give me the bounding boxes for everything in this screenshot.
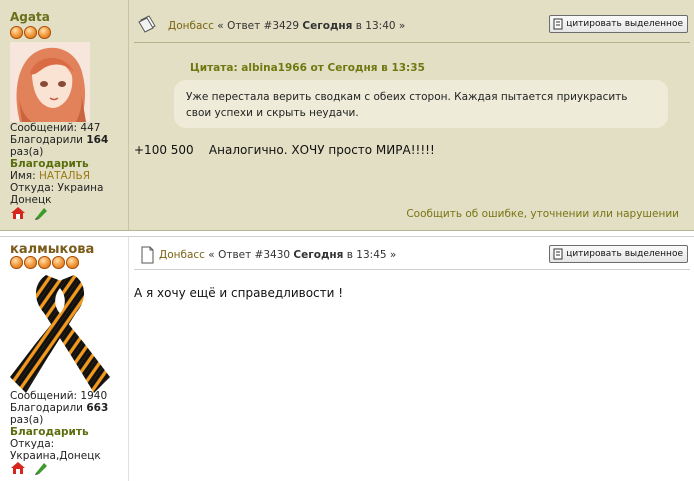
- meta-sep: «: [213, 20, 228, 32]
- thanked-label: Благодарили: [10, 402, 84, 414]
- home-icon[interactable]: [10, 461, 26, 475]
- answer-number: Ответ #3429: [227, 20, 300, 32]
- quote-text: Уже перестала верить сводкам с обеих сто…: [186, 91, 628, 119]
- post-time: в 13:40 »: [352, 20, 406, 32]
- thanked-count: 164: [86, 134, 109, 146]
- thanked-count: 663: [86, 402, 109, 414]
- star-icon: [24, 256, 37, 269]
- star-icon: [52, 256, 65, 269]
- quote-selected-button[interactable]: цитировать выделенное: [549, 245, 688, 263]
- thanked-suffix: раз(а): [10, 146, 44, 158]
- forum-link[interactable]: Донбасс: [168, 20, 214, 32]
- post-time: в 13:45 »: [343, 249, 397, 261]
- author-name[interactable]: Agata: [10, 10, 50, 24]
- anime-girl-avatar-icon: [10, 42, 90, 122]
- answer-number: Ответ #3430: [218, 249, 291, 261]
- quote-icon: [553, 248, 563, 260]
- star-icon: [24, 26, 37, 39]
- quote-block: Уже перестала верить сводкам с обеих сто…: [174, 80, 668, 128]
- star-icon: [66, 256, 79, 269]
- messages-count: 1940: [80, 390, 108, 402]
- meta-sep: «: [204, 249, 219, 261]
- post-document-icon: [138, 15, 156, 33]
- thank-link[interactable]: Благодарить: [10, 158, 128, 170]
- online-status-icon[interactable]: [33, 461, 49, 475]
- author-sidebar: калмыкова Сообщений: 1940 Благодарили 66…: [0, 237, 129, 481]
- star-icon: [10, 26, 23, 39]
- date-today: Сегодня: [293, 249, 344, 261]
- post-message: +100 500 Аналогично. ХОЧУ просто МИРА!!!…: [134, 143, 435, 157]
- author-icons: [10, 461, 52, 475]
- home-icon[interactable]: [10, 206, 26, 220]
- from-label: Откуда:: [10, 182, 55, 194]
- from-label: Откуда:: [10, 438, 55, 450]
- post-meta: Донбасс « Ответ #3430 Сегодня в 13:45 »: [159, 249, 396, 261]
- messages-label: Сообщений:: [10, 122, 78, 134]
- quote-icon: [553, 18, 563, 30]
- post-3429: Agata Сообщений: 447 Благодарили 164 раз…: [0, 0, 694, 231]
- post-header: Донбасс « Ответ #3429 Сегодня в 13:40 » …: [134, 12, 690, 43]
- date-today: Сегодня: [302, 20, 353, 32]
- thanked-suffix: раз(а): [10, 414, 44, 426]
- post-message: А я хочу ещё и справедливости !: [134, 286, 344, 300]
- name-label: Имя:: [10, 170, 36, 182]
- author-stats: Сообщений: 1940 Благодарили 663 раз(а) Б…: [10, 390, 108, 462]
- quote-button-label: цитировать выделенное: [566, 249, 683, 259]
- rank-stars: [10, 256, 80, 270]
- rank-stars: [10, 26, 52, 40]
- st-george-ribbon-icon: [10, 275, 110, 393]
- post-header: Донбасс « Ответ #3430 Сегодня в 13:45 » …: [134, 243, 690, 270]
- avatar: [10, 273, 110, 397]
- post-3430: калмыкова Сообщений: 1940 Благодарили 66…: [0, 236, 694, 481]
- star-icon: [38, 256, 51, 269]
- quote-header[interactable]: Цитата: albina1966 от Сегодня в 13:35: [190, 62, 425, 74]
- star-icon: [10, 256, 23, 269]
- real-name: НАТАЛЬЯ: [38, 170, 91, 182]
- author-stats: Сообщений: 447 Благодарили 164 раз(а) Бл…: [10, 122, 128, 206]
- forum-link[interactable]: Донбасс: [159, 249, 205, 261]
- quote-button-label: цитировать выделенное: [566, 19, 683, 29]
- online-status-icon[interactable]: [33, 206, 49, 220]
- thanked-label: Благодарили: [10, 134, 84, 146]
- messages-label: Сообщений:: [10, 390, 78, 402]
- author-icons: [10, 206, 52, 220]
- report-link[interactable]: Сообщить об ошибке, уточнении или наруше…: [406, 208, 679, 220]
- messages-count: 447: [80, 122, 101, 134]
- author-sidebar: Agata Сообщений: 447 Благодарили 164 раз…: [0, 0, 129, 230]
- quote-selected-button[interactable]: цитировать выделенное: [549, 15, 688, 33]
- avatar: [10, 42, 90, 122]
- post-document-icon: [141, 246, 154, 264]
- star-icon: [38, 26, 51, 39]
- thank-link[interactable]: Благодарить: [10, 426, 108, 438]
- post-meta: Донбасс « Ответ #3429 Сегодня в 13:40 »: [168, 20, 405, 32]
- author-name[interactable]: калмыкова: [10, 242, 94, 257]
